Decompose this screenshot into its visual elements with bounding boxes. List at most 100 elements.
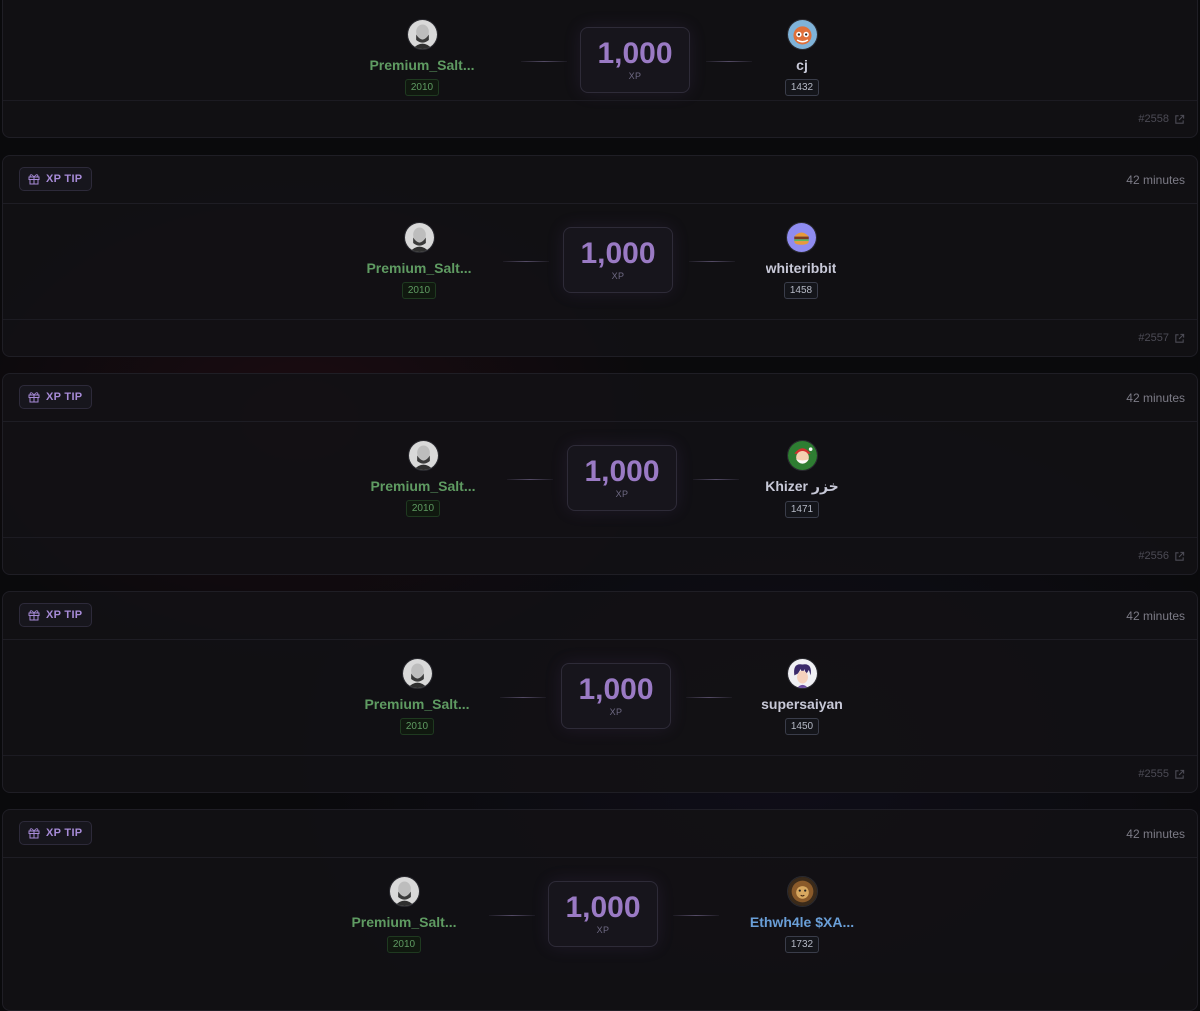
xp-amount-box: 1,000 XP (561, 663, 671, 729)
xp-tip-tag: XP TIP (19, 603, 92, 627)
receiver-name[interactable]: whiteribbit (766, 260, 837, 276)
connector-line-left (489, 915, 535, 916)
receiver-avatar[interactable] (787, 440, 818, 471)
connector-line-left (500, 697, 546, 698)
receiver-name[interactable]: cj (796, 57, 808, 73)
transaction-id: #2555 (1138, 768, 1169, 780)
sender-score-badge: 2010 (405, 79, 439, 96)
tag-label: XP TIP (46, 609, 82, 621)
transaction-link[interactable]: #2555 (1138, 768, 1185, 780)
sender-score-badge: 2010 (406, 500, 440, 517)
tip-card-body: Premium_Salt... 2010 1,000 XP Ethwh4le $… (3, 857, 1197, 975)
gift-icon (28, 609, 40, 621)
receiver-name[interactable]: Ethwh4le $XA... (750, 914, 854, 930)
xp-unit: XP (612, 271, 625, 281)
xp-amount: 1,000 (597, 39, 672, 69)
sender: Premium_Salt... 2010 (349, 222, 489, 299)
tip-card-footer: #2558 (3, 100, 1197, 137)
receiver-score-badge: 1458 (784, 282, 818, 299)
receiver-avatar[interactable] (787, 876, 818, 907)
connector-line-right (686, 697, 732, 698)
transaction-id: #2558 (1138, 113, 1169, 125)
xp-tip-tag: XP TIP (19, 821, 92, 845)
sender-name[interactable]: Premium_Salt... (370, 478, 475, 494)
sender-avatar[interactable] (407, 19, 438, 50)
tag-label: XP TIP (46, 827, 82, 839)
receiver: cj 1432 (732, 19, 872, 96)
gift-icon (28, 391, 40, 403)
tip-card-footer: #2555 (3, 755, 1197, 792)
receiver-score-badge: 1432 (785, 79, 819, 96)
receiver: Ethwh4le $XA... 1732 (732, 876, 872, 953)
xp-amount-box: 1,000 XP (563, 227, 673, 293)
tag-label: XP TIP (46, 173, 82, 185)
timestamp: 42 minutes (1126, 173, 1185, 187)
sender-score-badge: 2010 (387, 936, 421, 953)
transaction-link[interactable]: #2557 (1138, 332, 1185, 344)
external-link-icon (1174, 114, 1185, 125)
receiver-name[interactable]: supersaiyan (761, 696, 843, 712)
sender-score-badge: 2010 (402, 282, 436, 299)
sender-name[interactable]: Premium_Salt... (364, 696, 469, 712)
timestamp: 42 minutes (1126, 391, 1185, 405)
tip-card-body: Premium_Salt... 2010 1,000 XP whiteribbi… (3, 203, 1197, 321)
connector-line-left (507, 479, 553, 480)
xp-amount: 1,000 (580, 239, 655, 269)
tip-feed: Premium_Salt... 2010 1,000 XP cj 1432 #2… (0, 0, 1200, 973)
external-link-icon (1174, 551, 1185, 562)
tip-card: XP TIP 42 minutes Premium_Salt... 2010 1… (2, 373, 1198, 575)
timestamp: 42 minutes (1126, 609, 1185, 623)
receiver-avatar[interactable] (787, 19, 818, 50)
receiver: Khizer خزر 1471 (732, 440, 872, 518)
receiver-avatar[interactable] (787, 658, 818, 689)
xp-unit: XP (616, 489, 629, 499)
tip-card-header: XP TIP 42 minutes (3, 156, 1197, 204)
tip-card-body: Premium_Salt... 2010 1,000 XP supersaiya… (3, 639, 1197, 757)
xp-tip-tag: XP TIP (19, 385, 92, 409)
tip-card-footer: #2556 (3, 537, 1197, 574)
tag-label: XP TIP (46, 391, 82, 403)
xp-amount: 1,000 (565, 893, 640, 923)
xp-amount: 1,000 (578, 675, 653, 705)
receiver-name[interactable]: Khizer خزر (765, 478, 839, 495)
connector-line-right (673, 915, 719, 916)
transaction-id: #2557 (1138, 332, 1169, 344)
sender: Premium_Salt... 2010 (353, 440, 493, 517)
sender: Premium_Salt... 2010 (334, 876, 474, 953)
xp-tip-tag: XP TIP (19, 167, 92, 191)
receiver-score-badge: 1450 (785, 718, 819, 735)
sender: Premium_Salt... 2010 (347, 658, 487, 735)
tip-card: Premium_Salt... 2010 1,000 XP cj 1432 #2… (2, 0, 1198, 138)
tip-card-header: XP TIP 42 minutes (3, 374, 1197, 422)
connector-line-left (503, 261, 549, 262)
sender-name[interactable]: Premium_Salt... (366, 260, 471, 276)
receiver-score-badge: 1471 (785, 501, 819, 518)
connector-line-left (521, 61, 567, 62)
tip-card: XP TIP 42 minutes Premium_Salt... 2010 1… (2, 809, 1198, 1011)
sender-avatar[interactable] (404, 222, 435, 253)
xp-amount: 1,000 (584, 457, 659, 487)
receiver-avatar[interactable] (786, 222, 817, 253)
xp-amount-box: 1,000 XP (567, 445, 677, 511)
sender-avatar[interactable] (402, 658, 433, 689)
transaction-link[interactable]: #2558 (1138, 113, 1185, 125)
xp-unit: XP (610, 707, 623, 717)
sender-name[interactable]: Premium_Salt... (351, 914, 456, 930)
external-link-icon (1174, 333, 1185, 344)
receiver: whiteribbit 1458 (731, 222, 871, 299)
sender-avatar[interactable] (408, 440, 439, 471)
receiver: supersaiyan 1450 (732, 658, 872, 735)
xp-unit: XP (629, 71, 642, 81)
external-link-icon (1174, 769, 1185, 780)
sender-avatar[interactable] (389, 876, 420, 907)
receiver-score-badge: 1732 (785, 936, 819, 953)
tip-card-footer: #2557 (3, 319, 1197, 356)
tip-card-header: XP TIP 42 minutes (3, 592, 1197, 640)
timestamp: 42 minutes (1126, 827, 1185, 841)
tip-card: XP TIP 42 minutes Premium_Salt... 2010 1… (2, 155, 1198, 357)
sender-name[interactable]: Premium_Salt... (369, 57, 474, 73)
sender: Premium_Salt... 2010 (352, 19, 492, 96)
transaction-link[interactable]: #2556 (1138, 550, 1185, 562)
xp-unit: XP (597, 925, 610, 935)
xp-amount-box: 1,000 XP (580, 27, 690, 93)
